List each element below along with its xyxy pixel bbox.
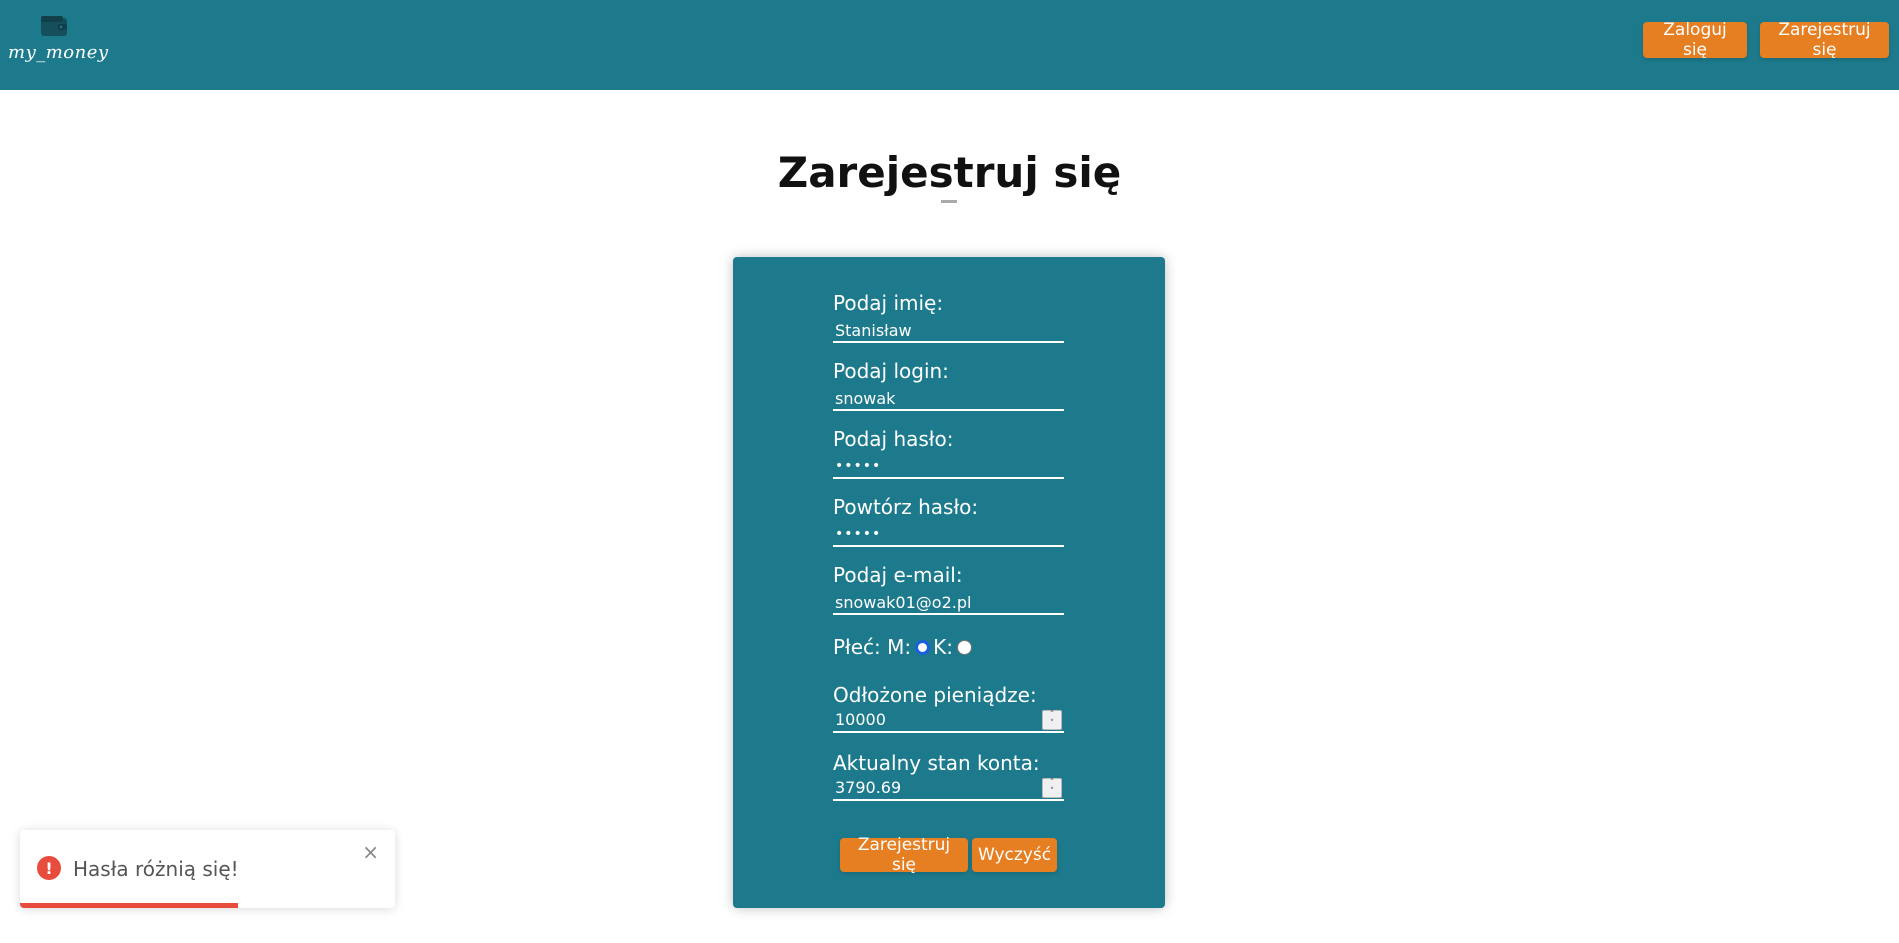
error-toast: ! Hasła różnią się! × [20, 830, 395, 908]
savings-label: Odłożone pieniądze: [833, 683, 1037, 707]
page-title: Zarejestruj się [777, 148, 1122, 197]
savings-value: 10000 [835, 710, 886, 729]
balance-value: 3790.69 [835, 778, 902, 797]
email-input[interactable] [833, 591, 1064, 615]
gender-row: Płeć: M: K: [833, 635, 975, 659]
app-logo[interactable]: my_money [8, 12, 108, 72]
gender-m-label: Płeć: M: [833, 635, 912, 659]
password-input[interactable]: ••••• [833, 455, 1064, 479]
clear-button[interactable]: Wyczyść [972, 838, 1057, 872]
toast-message: Hasła różnią się! [73, 857, 239, 881]
repeat-password-input[interactable]: ••••• [833, 523, 1064, 547]
gender-k-radio[interactable] [957, 639, 972, 655]
login-input[interactable] [833, 387, 1064, 411]
savings-spinner[interactable]: ˄ ˅ [1042, 710, 1062, 730]
top-navbar: my_money Zaloguj się Zarejestruj się [0, 0, 1899, 90]
name-label: Podaj imię: [833, 291, 944, 315]
logo-text: my_money [8, 42, 109, 63]
repeat-password-label: Powtórz hasło: [833, 495, 979, 519]
gender-m-radio[interactable] [915, 639, 931, 655]
balance-label: Aktualny stan konta: [833, 751, 1040, 775]
password-label: Podaj hasło: [833, 427, 954, 451]
savings-input[interactable]: 10000 ˄ ˅ [833, 709, 1064, 733]
login-button[interactable]: Zaloguj się [1643, 20, 1747, 60]
name-input[interactable] [833, 319, 1064, 343]
register-nav-button[interactable]: Zarejestruj się [1760, 20, 1889, 60]
submit-button[interactable]: Zarejestruj się [840, 835, 968, 875]
email-label: Podaj e-mail: [833, 563, 963, 587]
balance-input[interactable]: 3790.69 ˄ ˅ [833, 777, 1064, 801]
error-icon: ! [37, 856, 61, 880]
wallet-icon [41, 16, 67, 36]
login-label: Podaj login: [833, 359, 949, 383]
close-icon[interactable]: × [362, 840, 379, 864]
toast-progress-bar [20, 903, 238, 908]
title-underline [941, 200, 957, 203]
gender-k-label: K: [933, 635, 953, 659]
balance-spinner[interactable]: ˄ ˅ [1042, 778, 1062, 798]
registration-form: Podaj imię: Podaj login: Podaj hasło: ••… [733, 257, 1165, 908]
